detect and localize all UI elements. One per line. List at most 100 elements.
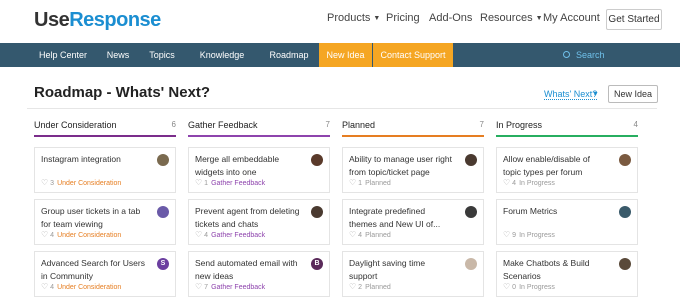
nav-pricing-label: Pricing (386, 12, 420, 24)
idea-title[interactable]: Group user tickets in a tab for team vie… (41, 205, 147, 231)
nav-addons[interactable]: Add-Ons (429, 12, 472, 24)
navbar-item-topics[interactable]: Topics (145, 43, 179, 67)
idea-card[interactable]: Forum Metrics ♡ 9 In Progress (496, 199, 638, 245)
like-count: 4 (512, 180, 517, 187)
column-header[interactable]: In Progress 4 (496, 120, 638, 133)
idea-card[interactable]: Make Chatbots & Build Scenarios ♡ 0 In Prog… (496, 251, 638, 297)
idea-card[interactable]: Prevent agent from deleting tickets and … (188, 199, 330, 245)
get-started-button[interactable]: Get Started (606, 9, 662, 30)
status-badge: Under Consideration (57, 232, 122, 239)
idea-meta: ♡ 7 Gather Feedback (195, 282, 265, 291)
nav-resources-label: Resources (480, 12, 533, 24)
idea-card[interactable]: Ability to manage user right from topic/… (342, 147, 484, 193)
heart-icon[interactable]: ♡ (503, 178, 510, 187)
navbar-item-help-center[interactable]: Help Center (38, 43, 88, 67)
avatar[interactable] (311, 206, 323, 218)
idea-title[interactable]: Advanced Search for Users in Community (41, 257, 147, 283)
heart-icon[interactable]: ♡ (349, 178, 356, 187)
status-badge: Planned (365, 180, 391, 187)
heart-icon[interactable]: ♡ (195, 230, 202, 239)
idea-card[interactable]: Daylight saving time support ♡ 2 Planned (342, 251, 484, 297)
idea-card[interactable]: Send automated email with new ideas B ♡ 7 Ga… (188, 251, 330, 297)
idea-meta: ♡ 4 Under Consideration (41, 230, 121, 239)
idea-title[interactable]: Ability to manage user right from topic/… (349, 153, 455, 179)
chevron-down-icon[interactable]: ▼ (592, 91, 599, 98)
idea-card[interactable]: Group user tickets in a tab for team vie… (34, 199, 176, 245)
idea-title[interactable]: Merge all embeddable widgets into one (195, 153, 301, 179)
status-badge: In Progress (519, 180, 555, 187)
idea-title[interactable]: Prevent agent from deleting tickets and … (195, 205, 301, 231)
like-count: 1 (204, 180, 209, 187)
avatar[interactable] (465, 258, 477, 270)
idea-meta: ♡ 4 In Progress (503, 178, 555, 187)
navbar-item-contact-support[interactable]: Contact Support (373, 43, 453, 67)
idea-card[interactable]: Advanced Search for Users in Community S ♡… (34, 251, 176, 297)
status-badge: Gather Feedback (211, 180, 266, 187)
idea-title[interactable]: Send automated email with new ideas (195, 257, 301, 283)
status-badge: Planned (365, 232, 391, 239)
status-badge: Gather Feedback (211, 232, 266, 239)
new-idea-button[interactable]: New Idea (608, 85, 658, 103)
main-navbar: Help Center News Topics Knowledge Base R… (0, 43, 680, 84)
navbar-item-roadmap[interactable]: Roadmap (266, 43, 312, 67)
idea-title[interactable]: Instagram integration (41, 153, 147, 166)
idea-card[interactable]: Integrate predefined themes and New UI o… (342, 199, 484, 245)
idea-title[interactable]: Forum Metrics (503, 205, 609, 218)
like-count: 4 (358, 232, 363, 239)
navbar-item-new-idea[interactable]: New Idea (319, 43, 372, 67)
status-badge: Under Consideration (57, 180, 122, 187)
heart-icon[interactable]: ♡ (349, 282, 356, 291)
nav-pricing[interactable]: Pricing (386, 12, 420, 24)
heart-icon[interactable]: ♡ (195, 178, 202, 187)
avatar[interactable] (157, 206, 169, 218)
idea-title[interactable]: Allow enable/disable of topic types per … (503, 153, 609, 179)
roadmap-column: Gather Feedback 7 Merge all embeddable wid… (188, 120, 330, 297)
heart-icon[interactable]: ♡ (349, 230, 356, 239)
like-count: 3 (50, 180, 55, 187)
heart-icon[interactable]: ♡ (41, 230, 48, 239)
idea-title[interactable]: Daylight saving time support (349, 257, 455, 283)
like-count: 4 (50, 232, 55, 239)
idea-title[interactable]: Integrate predefined themes and New UI o… (349, 205, 455, 231)
navbar-item-news[interactable]: News (101, 43, 135, 67)
logo[interactable]: UseResponse (34, 9, 161, 32)
sort-dropdown[interactable]: Whats' Next? (544, 89, 598, 100)
idea-meta: ♡ 4 Under Consideration (41, 282, 121, 291)
avatar[interactable] (311, 154, 323, 166)
idea-card[interactable]: Instagram integration ♡ 3 Under Considerati… (34, 147, 176, 193)
column-header[interactable]: Gather Feedback 7 (188, 120, 330, 133)
heart-icon[interactable]: ♡ (41, 282, 48, 291)
avatar[interactable] (619, 206, 631, 218)
heart-icon[interactable]: ♡ (503, 230, 510, 239)
avatar[interactable]: B (311, 258, 323, 270)
column-title: In Progress (496, 120, 543, 130)
nav-resources[interactable]: Resources ▼ (480, 12, 543, 24)
avatar[interactable] (465, 154, 477, 166)
idea-meta: ♡ 3 Under Consideration (41, 178, 121, 187)
heart-icon[interactable]: ♡ (503, 282, 510, 291)
idea-card[interactable]: Merge all embeddable widgets into one ♡ 1 G… (188, 147, 330, 193)
idea-meta: ♡ 0 In Progress (503, 282, 555, 291)
avatar[interactable] (619, 258, 631, 270)
avatar[interactable] (465, 206, 477, 218)
idea-card[interactable]: Allow enable/disable of topic types per … (496, 147, 638, 193)
heart-icon[interactable]: ♡ (195, 282, 202, 291)
nav-my-account[interactable]: My Account (543, 12, 600, 24)
column-header[interactable]: Under Consideration 6 (34, 120, 176, 133)
column-color-bar (34, 135, 176, 137)
column-title: Gather Feedback (188, 120, 258, 130)
roadmap-column: Planned 7 Ability to manage user right fro… (342, 120, 484, 297)
avatar[interactable]: S (157, 258, 169, 270)
nav-products[interactable]: Products ▼ (327, 12, 380, 24)
navbar-item-knowledge-base[interactable]: Knowledge Base (190, 43, 254, 84)
heart-icon[interactable]: ♡ (41, 178, 48, 187)
search-input[interactable]: Search (563, 43, 605, 67)
avatar[interactable] (619, 154, 631, 166)
search-placeholder: Search (576, 50, 605, 60)
column-header[interactable]: Planned 7 (342, 120, 484, 133)
column-color-bar (496, 135, 638, 137)
avatar[interactable] (157, 154, 169, 166)
idea-meta: ♡ 2 Planned (349, 282, 391, 291)
nav-my-account-label: My Account (543, 12, 600, 24)
idea-title[interactable]: Make Chatbots & Build Scenarios (503, 257, 609, 283)
